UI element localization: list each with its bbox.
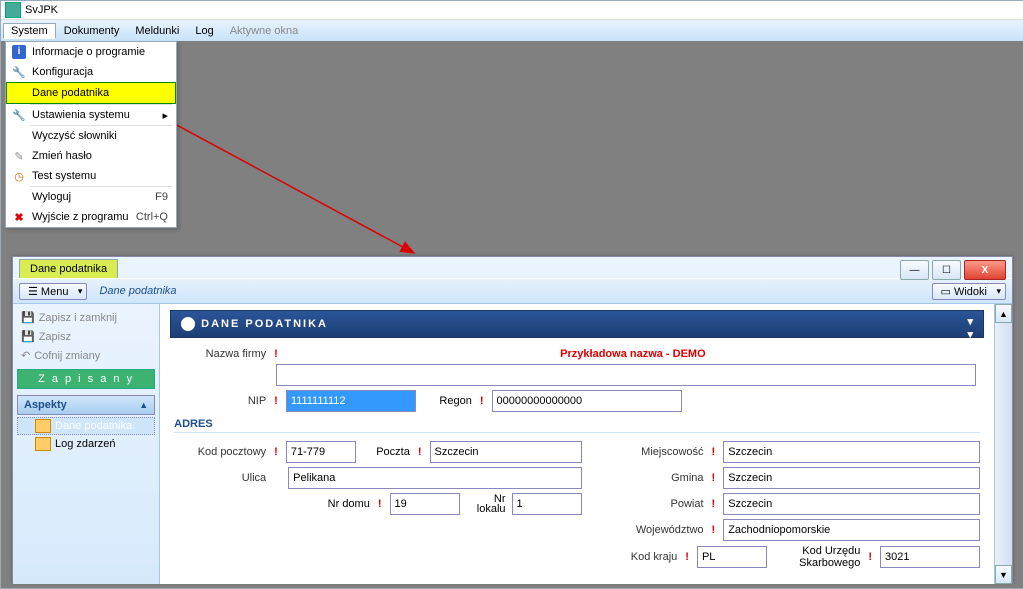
menu-button[interactable]: ☰ Menu (19, 283, 87, 300)
tree-dane-podatnika[interactable]: Dane podatnika (17, 417, 155, 435)
wrench-icon: 🔧 (10, 106, 28, 124)
menu-meldunki[interactable]: Meldunki (127, 23, 187, 39)
menu-log[interactable]: Log (187, 23, 221, 39)
input-poczta[interactable] (430, 441, 582, 463)
window-close-button[interactable]: X (964, 260, 1006, 280)
label-kodurz: Kod Urzędu Skarbowego (773, 545, 860, 569)
clock-icon: ◷ (10, 167, 28, 185)
aspekty-tree: Dane podatnika Log zdarzeń (17, 417, 155, 453)
label-gmina: Gmina (612, 472, 704, 484)
label-nrlokalu: Nr lokalu (466, 494, 506, 514)
close-icon: ✖ (10, 208, 28, 226)
panel-title: Dane podatnika (99, 285, 176, 297)
view-icon: ▭ (941, 286, 954, 298)
window-maximize-button[interactable]: ☐ (932, 260, 961, 280)
menu-dokumenty[interactable]: Dokumenty (56, 23, 128, 39)
label-ulica: Ulica (174, 472, 266, 484)
label-woj: Województwo (612, 524, 704, 536)
input-nrdomu[interactable] (390, 493, 460, 515)
input-powiat[interactable] (723, 493, 980, 515)
scroll-up-button[interactable]: ▲ (995, 304, 1012, 323)
menu-aktywne-okna[interactable]: Aktywne okna (222, 23, 306, 39)
aspekty-header[interactable]: Aspekty ▲ (17, 395, 155, 415)
label-kod: Kod pocztowy (174, 446, 266, 458)
dropdown-wyloguj[interactable]: Wyloguj F9 (6, 187, 176, 207)
dropdown-info[interactable]: i Informacje o programie (6, 42, 176, 62)
widoki-button[interactable]: ▭ Widoki (932, 283, 1006, 300)
window-title: SvJPK (25, 4, 58, 16)
demo-text: Przykładowa nazwa - DEMO (286, 348, 980, 360)
folder-icon (35, 437, 51, 451)
wrench-icon: 🔧 (10, 63, 28, 81)
list-icon: ☰ (28, 286, 41, 298)
collapse-icon: ▲ (139, 400, 148, 410)
label-nip: NIP (174, 395, 266, 407)
tree-log-zdarzen[interactable]: Log zdarzeń (17, 435, 155, 453)
undo-icon: ↶ (21, 349, 30, 362)
menu-system[interactable]: System (3, 23, 56, 39)
left-panel: 💾 Zapisz i zamknij 💾 Zapisz ↶ Cofnij zmi… (13, 304, 160, 584)
child-window: Dane podatnika — ☐ X ☰ Menu Dane podatni… (12, 256, 1013, 583)
input-nazwa[interactable] (276, 364, 976, 386)
input-ulica[interactable] (288, 467, 581, 489)
input-kodurz[interactable] (880, 546, 980, 568)
section-adres: ADRES (174, 418, 980, 433)
action-zapisz[interactable]: 💾 Zapisz (17, 327, 155, 346)
dropdown-konfiguracja[interactable]: 🔧 Konfiguracja (6, 62, 176, 82)
tab-dane-podatnika[interactable]: Dane podatnika (19, 259, 118, 278)
save-close-icon: 💾 (21, 311, 35, 324)
folder-icon (35, 419, 51, 433)
menu-bar: System Dokumenty Meldunki Log Aktywne ok… (1, 20, 1023, 43)
save-icon: 💾 (21, 330, 35, 343)
vertical-scrollbar[interactable]: ▲ ▼ (994, 304, 1012, 584)
key-icon: ✎ (10, 147, 28, 165)
dropdown-ustawienia[interactable]: 🔧 Ustawienia systemu ▸ (6, 105, 176, 125)
window-minimize-button[interactable]: — (900, 260, 929, 280)
scroll-down-button[interactable]: ▼ (995, 565, 1012, 584)
label-kodkraju: Kod kraju (612, 551, 678, 563)
label-nazwa: Nazwa firmy (174, 348, 266, 360)
window-titlebar: SvJPK (1, 1, 1023, 20)
submenu-arrow-icon: ▸ (162, 109, 168, 122)
chevron-down-icon: ▾▾ (967, 315, 975, 341)
label-miejsc: Miejscowość (612, 446, 704, 458)
dropdown-zmien-haslo[interactable]: ✎ Zmień hasło (6, 146, 176, 166)
status-zapisany: Z a p i s a n y (17, 369, 155, 389)
person-icon (181, 317, 195, 331)
input-kodkraju[interactable] (697, 546, 767, 568)
input-nip[interactable] (286, 390, 416, 412)
input-regon[interactable] (492, 390, 682, 412)
input-gmina[interactable] (723, 467, 980, 489)
input-miejsc[interactable] (723, 441, 980, 463)
system-dropdown: i Informacje o programie 🔧 Konfiguracja … (5, 41, 177, 228)
form-content: DANE PODATNIKA ▾▾ Nazwa firmy ! Przykład… (160, 304, 994, 584)
dropdown-dane-podatnika[interactable]: Dane podatnika (6, 82, 176, 104)
label-powiat: Powiat (612, 498, 704, 510)
input-kod[interactable] (286, 441, 356, 463)
child-tabstrip: Dane podatnika — ☐ X (13, 257, 1012, 278)
label-regon: Regon (422, 395, 472, 407)
app-icon (5, 2, 21, 18)
label-poczta: Poczta (362, 446, 410, 458)
action-zapisz-zamknij[interactable]: 💾 Zapisz i zamknij (17, 308, 155, 327)
dropdown-wyczysc[interactable]: Wyczyść słowniki (6, 126, 176, 146)
right-pane: DANE PODATNIKA ▾▾ Nazwa firmy ! Przykład… (160, 304, 1012, 584)
dropdown-test[interactable]: ◷ Test systemu (6, 166, 176, 186)
dropdown-wyjscie[interactable]: ✖ Wyjście z programu Ctrl+Q (6, 207, 176, 227)
input-nrlokalu[interactable] (512, 493, 582, 515)
label-nrdomu: Nr domu (328, 498, 370, 510)
action-cofnij[interactable]: ↶ Cofnij zmiany (17, 346, 155, 365)
input-woj[interactable] (723, 519, 980, 541)
info-icon: i (12, 45, 26, 59)
child-toolbar: ☰ Menu Dane podatnika ▭ Widoki (13, 278, 1012, 304)
section-header[interactable]: DANE PODATNIKA ▾▾ (170, 310, 984, 338)
